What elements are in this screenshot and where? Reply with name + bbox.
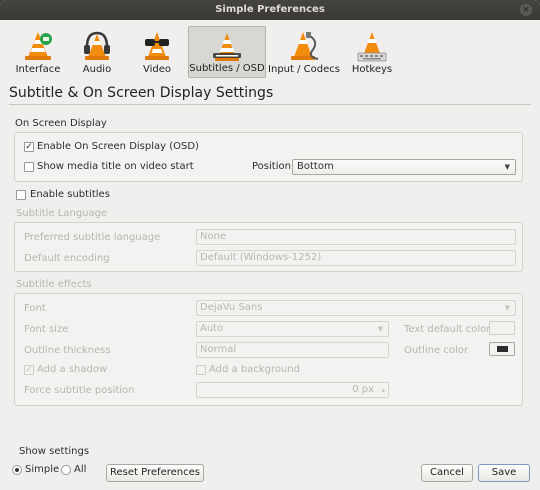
enable-subtitles-label: Enable subtitles <box>30 189 110 200</box>
add-shadow-checkbox[interactable]: ✓ <box>24 365 34 375</box>
preferred-language-input[interactable]: None <box>196 229 516 245</box>
outline-thickness-label: Outline thickness <box>24 345 111 356</box>
enable-subtitles-checkbox[interactable] <box>16 190 26 200</box>
font-size-label: Font size <box>24 324 69 335</box>
page-title: Subtitle & On Screen Display Settings <box>9 85 274 101</box>
reset-preferences-button[interactable]: Reset Preferences <box>106 464 204 482</box>
subtitle-effects-section-label: Subtitle effects <box>16 279 92 290</box>
chevron-down-icon: ▼ <box>504 304 510 312</box>
tab-audio-label: Audio <box>82 64 112 75</box>
save-button[interactable]: Save <box>478 464 530 482</box>
preferred-language-label: Preferred subtitle language <box>24 232 161 243</box>
all-label: All <box>74 464 87 475</box>
tab-interface-label: Interface <box>15 64 61 75</box>
tab-interface[interactable]: Interface <box>10 26 66 78</box>
cable-cone-icon <box>291 32 319 60</box>
add-background-checkbox[interactable] <box>196 365 206 375</box>
text-color-label: Text default color <box>404 324 491 335</box>
position-select[interactable]: Bottom ▼ <box>292 159 516 175</box>
spin-arrows-icon: ▴ <box>381 386 385 394</box>
outline-color-button[interactable] <box>489 342 515 356</box>
force-position-spinbox[interactable]: 0 px ▴ <box>196 382 389 398</box>
outline-thickness-select[interactable]: Normal <box>196 342 389 358</box>
subtitles-cone-icon <box>213 33 241 61</box>
tab-hotkeys-label: Hotkeys <box>351 64 393 75</box>
outline-color-swatch <box>497 346 508 352</box>
all-radio[interactable] <box>61 465 71 475</box>
tab-subtitles-osd[interactable]: Subtitles / OSD <box>188 26 266 78</box>
show-title-checkbox[interactable] <box>24 162 34 172</box>
window-title: Simple Preferences <box>215 4 325 15</box>
tab-hotkeys[interactable]: Hotkeys <box>344 26 400 78</box>
font-size-select[interactable]: Auto ▼ <box>196 321 389 337</box>
simple-radio[interactable] <box>12 465 22 475</box>
force-position-label: Force subtitle position <box>24 385 135 396</box>
osd-group: ✓ Enable On Screen Display (OSD) Show me… <box>14 132 523 182</box>
tab-audio[interactable]: Audio <box>68 26 126 78</box>
font-value: DejaVu Sans <box>200 302 263 313</box>
font-label: Font <box>24 303 46 314</box>
title-divider <box>9 104 531 105</box>
force-position-value: 0 px <box>352 384 374 395</box>
tab-subtitles-osd-label: Subtitles / OSD <box>189 63 265 74</box>
subtitle-effects-group: Font DejaVu Sans ▼ Font size Auto ▼ Text… <box>14 293 523 406</box>
add-background-label: Add a background <box>209 364 300 375</box>
enable-osd-checkbox[interactable]: ✓ <box>24 142 34 152</box>
chevron-down-icon: ▼ <box>504 163 510 171</box>
show-settings-label: Show settings <box>19 446 90 457</box>
show-title-label: Show media title on video start <box>37 161 194 172</box>
tab-video[interactable]: Video <box>128 26 186 78</box>
title-bar: Simple Preferences × <box>0 0 540 20</box>
subtitle-language-group: Preferred subtitle language None Default… <box>14 222 523 272</box>
preferences-window: Simple Preferences × Interface Audio Vid… <box>0 0 540 490</box>
vlc-cone-icon <box>25 32 52 60</box>
position-label: Position <box>252 161 291 172</box>
font-select[interactable]: DejaVu Sans ▼ <box>196 300 516 316</box>
default-encoding-select[interactable]: Default (Windows-1252) <box>196 250 516 266</box>
text-color-button[interactable] <box>489 321 515 335</box>
font-size-value: Auto <box>200 323 224 334</box>
outline-color-label: Outline color <box>404 345 468 356</box>
glasses-cone-icon <box>145 32 169 60</box>
enable-osd-label: Enable On Screen Display (OSD) <box>37 141 199 152</box>
keyboard-cone-icon <box>357 32 387 62</box>
default-encoding-label: Default encoding <box>24 253 110 264</box>
osd-section-label: On Screen Display <box>15 118 107 129</box>
position-value: Bottom <box>297 161 334 172</box>
cancel-button[interactable]: Cancel <box>421 464 473 482</box>
chevron-down-icon: ▼ <box>377 325 383 333</box>
tab-input-codecs[interactable]: Input / Codecs <box>268 26 340 78</box>
headphones-cone-icon <box>84 31 110 60</box>
tab-video-label: Video <box>142 64 172 75</box>
subtitle-language-section-label: Subtitle Language <box>16 208 108 219</box>
tab-input-codecs-label: Input / Codecs <box>268 64 340 75</box>
add-shadow-label: Add a shadow <box>37 364 108 375</box>
close-icon[interactable]: × <box>520 4 532 16</box>
simple-label: Simple <box>25 464 60 475</box>
category-toolbar: Interface Audio Video Subtitles / OSD In… <box>0 20 540 80</box>
